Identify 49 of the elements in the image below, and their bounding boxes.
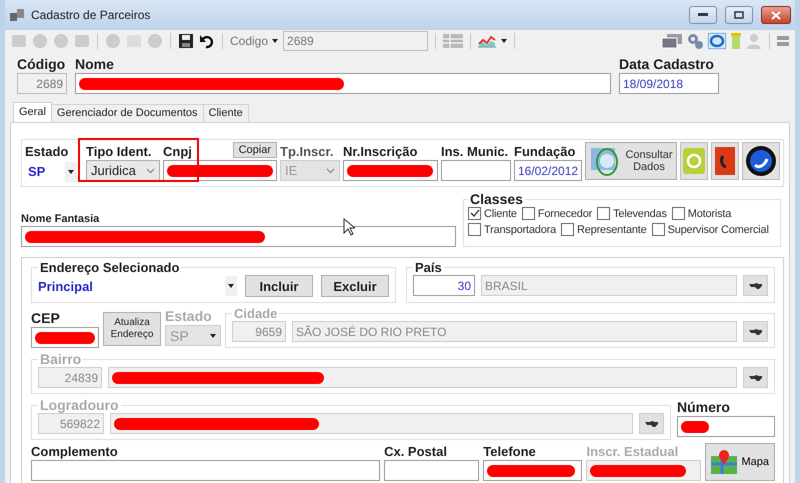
field-label: Nome <box>75 56 115 72</box>
group-title: Endereço Selecionado <box>39 260 180 275</box>
field-label: Tp.Inscr. <box>280 144 334 159</box>
group-title: País <box>414 260 443 275</box>
code-field[interactable]: 2689 <box>17 73 67 94</box>
group-title: Logradouro <box>39 397 120 413</box>
field-label: Ins. Munic. <box>441 144 510 159</box>
search-field[interactable]: 2689 <box>283 31 428 51</box>
search-label[interactable]: Codigo <box>230 34 278 48</box>
field-label: Número <box>677 400 731 415</box>
checkbox-item[interactable]: Transportadora <box>468 223 556 236</box>
field-label: Complemento <box>31 444 119 459</box>
group-title: Bairro <box>39 351 82 367</box>
field-label: Cx. Postal <box>384 444 448 459</box>
checkbox-item[interactable]: Representante <box>561 223 647 236</box>
add-button[interactable]: Incluir <box>245 275 313 297</box>
field-label: Data Cadastro <box>619 56 715 72</box>
checkbox-item[interactable]: Fornecedor <box>522 207 592 220</box>
address-dropdown[interactable]: Principal <box>38 278 217 294</box>
field-label: Estado <box>25 144 70 159</box>
copy-button[interactable]: Copiar <box>232 142 277 158</box>
field-label: Fundação <box>514 144 576 159</box>
group-title: Cidade <box>233 306 278 321</box>
checkbox-item[interactable]: Cliente <box>468 207 517 220</box>
checkbox-item[interactable]: Supervisor Comercial <box>652 223 769 236</box>
field-label: Tipo Ident. <box>86 144 152 159</box>
field-label: Nr.Inscrição <box>343 144 418 159</box>
field-label: Estado <box>165 308 213 324</box>
checkbox-item[interactable]: Televendas <box>597 207 667 220</box>
field-label: Código <box>17 56 66 72</box>
consult-button[interactable]: Consultar Dados <box>585 142 677 180</box>
tab[interactable]: Geral <box>13 102 52 122</box>
map-button[interactable]: Mapa <box>705 443 775 481</box>
field-label: CEP <box>31 311 61 326</box>
field-label: Telefone <box>483 444 537 459</box>
checkbox-item[interactable]: Motorista <box>672 207 732 220</box>
field-label: Cnpj <box>163 144 192 159</box>
field-label: Inscr. Estadual <box>586 444 680 459</box>
founding-date-field[interactable]: 16/02/2012 <box>514 160 582 181</box>
type-dropdown[interactable]: Juridica <box>86 160 160 181</box>
date-field[interactable]: 18/09/2018 <box>619 73 719 94</box>
tab[interactable]: Cliente <box>202 104 249 122</box>
window-title: Cadastro de Parceiros <box>31 8 152 22</box>
country-code-field[interactable]: 30 <box>413 275 475 296</box>
group-title: Classes <box>469 191 524 207</box>
field-label: Nome Fantasia <box>21 213 100 225</box>
delete-button[interactable]: Excluir <box>321 275 389 297</box>
state-value[interactable]: SP <box>25 160 65 183</box>
update-address-button[interactable]: Atualiza Endereço <box>103 312 161 346</box>
